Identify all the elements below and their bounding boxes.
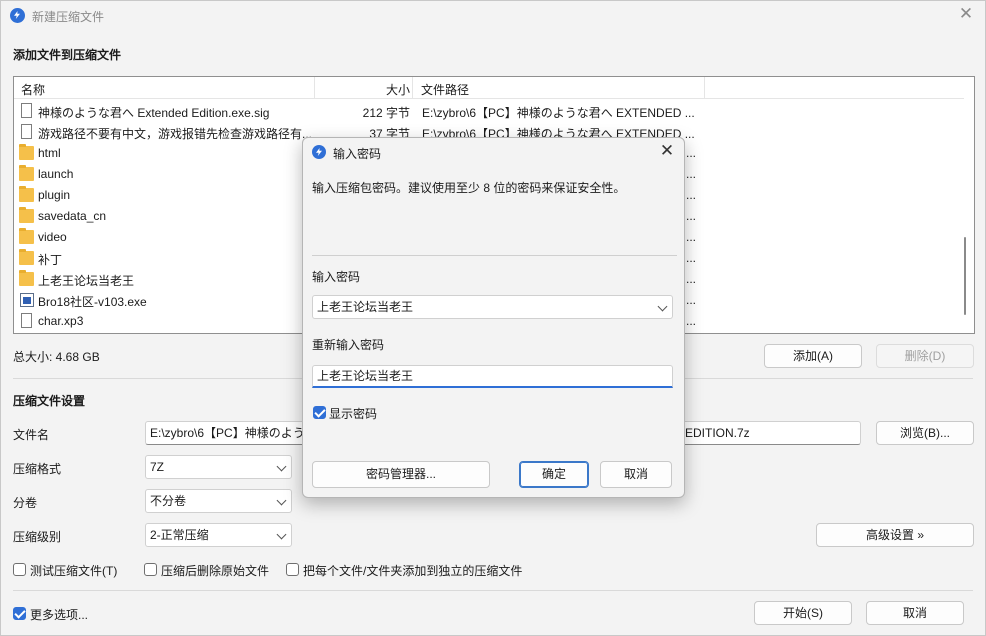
- folder-icon: [19, 270, 34, 286]
- window-close-icon[interactable]: ✕: [957, 5, 975, 23]
- advanced-settings-button[interactable]: 高级设置 »: [816, 523, 974, 547]
- show-password-checkbox[interactable]: [313, 406, 326, 419]
- dialog-title: 输入密码: [333, 147, 382, 161]
- column-header-path[interactable]: 文件路径: [421, 81, 469, 98]
- level-select[interactable]: 2-正常压缩: [145, 523, 292, 547]
- file-name-cell: char.xp3: [38, 314, 84, 328]
- reenter-password-input[interactable]: 上老王论坛当老王: [312, 365, 673, 388]
- app-logo-icon: [312, 145, 326, 159]
- file-size-cell: 212 字节: [362, 106, 410, 120]
- file-path-cell: E:\zybro\6【PC】神様のような君へ EXTENDED ...: [422, 106, 695, 120]
- ok-button[interactable]: 确定: [519, 461, 589, 488]
- volume-value: 不分卷: [150, 494, 187, 508]
- delete-after-label[interactable]: 压缩后删除原始文件: [161, 562, 269, 579]
- password-manager-button[interactable]: 密码管理器...: [312, 461, 490, 488]
- chevron-down-icon: [276, 529, 287, 540]
- window-title: 新建压缩文件: [32, 10, 105, 24]
- file-icon: [21, 124, 32, 139]
- reenter-value: 上老王论坛当老王: [317, 369, 414, 383]
- filename-value-tail: EDITION.7z: [685, 426, 750, 440]
- add-files-section-title: 添加文件到压缩文件: [13, 48, 122, 62]
- volume-label: 分卷: [13, 496, 38, 510]
- format-value: 7Z: [150, 460, 165, 474]
- chevron-down-icon: [657, 301, 668, 312]
- folder-icon: [19, 186, 34, 202]
- file-list-header: 名称 大小 文件路径: [14, 77, 964, 99]
- file-path-cell: ...: [686, 167, 697, 181]
- column-divider[interactable]: [314, 77, 315, 99]
- test-archive-label[interactable]: 测试压缩文件(T): [30, 562, 117, 579]
- archive-settings-title: 压缩文件设置: [13, 394, 86, 408]
- file-name-cell: video: [38, 230, 67, 244]
- file-name-cell: 上老王论坛当老王: [38, 274, 135, 288]
- dialog-close-icon[interactable]: ✕: [658, 141, 676, 161]
- folder-icon: [19, 144, 34, 160]
- dialog-title-bar: 输入密码 ✕: [303, 138, 684, 166]
- delete-button[interactable]: 删除(D): [876, 344, 974, 368]
- start-button[interactable]: 开始(S): [754, 601, 852, 625]
- file-name-cell: launch: [38, 167, 74, 181]
- file-path-cell: ...: [686, 314, 697, 328]
- file-path-cell: ...: [686, 251, 697, 265]
- file-name-cell: plugin: [38, 188, 71, 202]
- file-path-cell: ...: [686, 293, 697, 307]
- folder-icon: [19, 207, 34, 223]
- file-name-cell: 游戏路径不要有中文，游戏报错先检查游戏路径有...: [38, 127, 313, 141]
- volume-select[interactable]: 不分卷: [145, 489, 292, 513]
- delete-after-checkbox[interactable]: [144, 563, 157, 576]
- column-divider[interactable]: [412, 77, 413, 99]
- reenter-label: 重新输入密码: [312, 338, 385, 352]
- format-label: 压缩格式: [13, 462, 62, 476]
- test-archive-checkbox[interactable]: [13, 563, 26, 576]
- chevron-down-icon: [276, 495, 287, 506]
- password-select[interactable]: 上老王论坛当老王: [312, 295, 673, 319]
- file-icon: [21, 313, 32, 328]
- separate-archives-label[interactable]: 把每个文件/文件夹添加到独立的压缩文件: [303, 562, 522, 579]
- title-bar: 新建压缩文件 ✕: [1, 1, 985, 31]
- file-name-cell: html: [38, 146, 61, 160]
- file-name-cell: savedata_cn: [38, 209, 107, 223]
- password-label: 输入密码: [312, 270, 361, 284]
- browse-button[interactable]: 浏览(B)...: [876, 421, 974, 445]
- file-name-cell: 补丁: [38, 253, 63, 267]
- dialog-description: 输入压缩包密码。建议使用至少 8 位的密码来保证安全性。: [312, 181, 626, 195]
- folder-icon: [19, 165, 34, 181]
- table-row[interactable]: 神様のような君へ Extended Edition.exe.sig 212 字节 E…: [14, 101, 964, 122]
- file-path-cell: ...: [686, 272, 697, 286]
- file-path-cell: ...: [686, 230, 697, 244]
- executable-icon: [20, 293, 34, 307]
- total-size-text: 总大小: 4.68 GB: [13, 350, 100, 364]
- add-button[interactable]: 添加(A): [764, 344, 862, 368]
- column-divider[interactable]: [704, 77, 705, 99]
- password-dialog: 输入密码 ✕ 输入压缩包密码。建议使用至少 8 位的密码来保证安全性。 输入密码…: [302, 137, 685, 498]
- password-value: 上老王论坛当老王: [317, 300, 414, 314]
- file-name-cell: Bro18社区-v103.exe: [38, 295, 147, 309]
- filename-value: E:\zybro\6【PC】神様のよう: [150, 426, 305, 440]
- folder-icon: [19, 249, 34, 265]
- more-options-checkbox[interactable]: [13, 607, 26, 620]
- cancel-button[interactable]: 取消: [866, 601, 964, 625]
- file-icon: [21, 103, 32, 118]
- show-password-label[interactable]: 显示密码: [329, 405, 377, 422]
- more-options-label[interactable]: 更多选项...: [30, 606, 88, 623]
- format-select[interactable]: 7Z: [145, 455, 292, 479]
- filename-label: 文件名: [13, 428, 50, 442]
- dialog-cancel-button[interactable]: 取消: [600, 461, 672, 488]
- column-header-name[interactable]: 名称: [21, 81, 45, 98]
- app-logo-icon: [10, 8, 25, 23]
- chevron-down-icon: [276, 461, 287, 472]
- file-path-cell: ...: [686, 188, 697, 202]
- level-value: 2-正常压缩: [150, 528, 209, 542]
- dialog-divider: [312, 255, 677, 256]
- section-divider: [13, 590, 973, 591]
- column-header-size[interactable]: 大小: [386, 81, 410, 98]
- file-list-scrollbar[interactable]: [964, 237, 966, 315]
- file-path-cell: ...: [686, 209, 697, 223]
- file-path-cell: ...: [686, 146, 697, 160]
- separate-archives-checkbox[interactable]: [286, 563, 299, 576]
- folder-icon: [19, 228, 34, 244]
- level-label: 压缩级别: [13, 530, 62, 544]
- file-name-cell: 神様のような君へ Extended Edition.exe.sig: [38, 106, 270, 120]
